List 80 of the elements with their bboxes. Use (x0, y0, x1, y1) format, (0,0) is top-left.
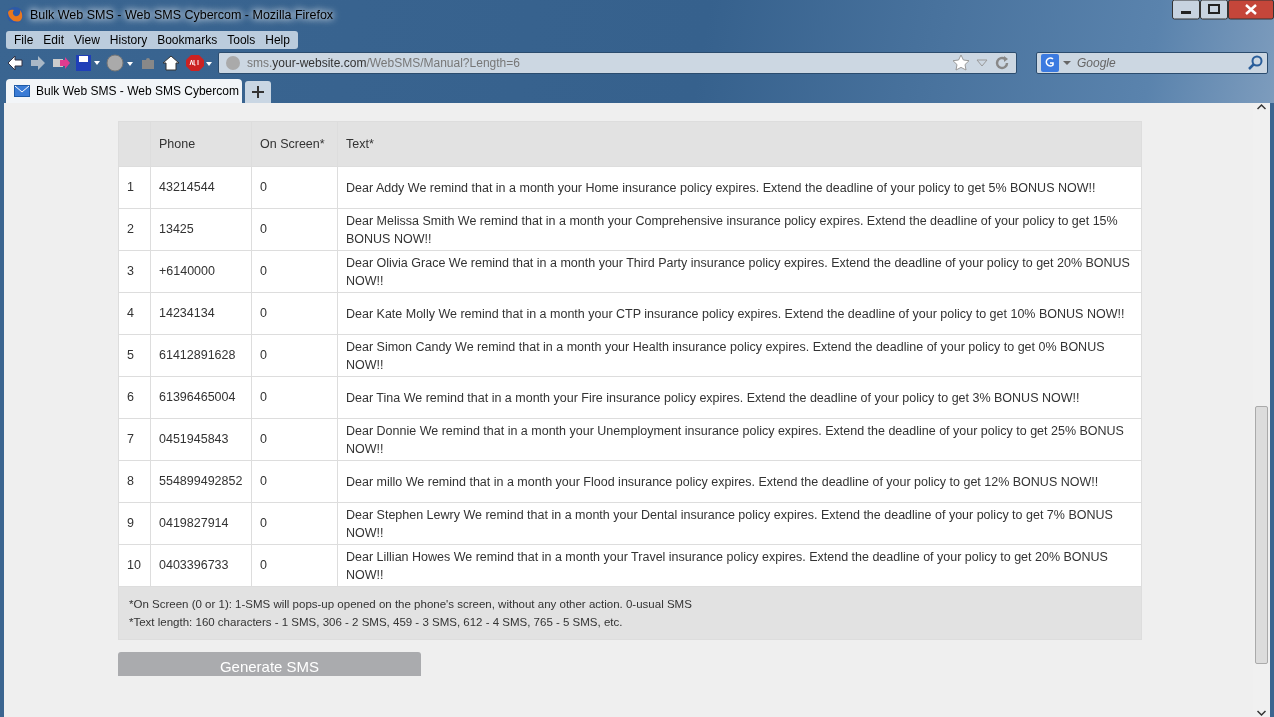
window-title: Bulk Web SMS - Web SMS Cybercom - Mozilla Firefox (30, 8, 334, 22)
row-number: 5 (118, 334, 151, 377)
row-number: 10 (118, 544, 151, 587)
message-text-cell: Dear Simon Candy We remind that in a month your Health insurance policy expires. Extend the deadline of your policy to get 0% BONUS NOW!! (337, 334, 1142, 377)
browser-tab[interactable]: Bulk Web SMS - Web SMS Cybercom (6, 79, 242, 103)
message-text-cell: Dear Melissa Smith We remind that in a month your Comprehensive insurance policy expires. Extend the deadline of your policy to get 15% BONUS NOW!! (337, 208, 1142, 251)
envelope-icon (14, 85, 30, 97)
on-screen-cell: 0 (251, 502, 338, 545)
row-number: 4 (118, 292, 151, 335)
address-bar[interactable]: sms.your-website.com/WebSMS/Manual?Length=6 (218, 52, 1017, 74)
menu-item[interactable]: View (70, 32, 104, 48)
on-screen-cell: 0 (251, 418, 338, 461)
search-icon[interactable] (1247, 55, 1263, 71)
on-screen-cell: 0 (251, 334, 338, 377)
menu-item[interactable]: Edit (39, 32, 69, 48)
phone-cell: 14234134 (150, 292, 252, 335)
phone-cell: 61396465004 (150, 376, 252, 419)
row-number: 2 (118, 208, 151, 251)
star-icon[interactable] (952, 54, 970, 72)
url-text: sms.your-website.com/WebSMS/Manual?Length=6 (247, 56, 520, 70)
message-text-cell: Dear Lillian Howes We remind that in a month your Travel insurance policy expires. Extend the deadline of your policy to get 20% BONUS NOW!! (337, 544, 1142, 587)
message-text-cell: Dear Tina We remind that in a month your Fire insurance policy expires. Extend the deadline of your policy to get 3% BONUS NOW!! (337, 376, 1142, 419)
on-screen-cell: 0 (251, 460, 338, 503)
phone-cell: 0419827914 (150, 502, 252, 545)
on-screen-cell: 0 (251, 250, 338, 293)
on-screen-cell: 0 (251, 544, 338, 587)
phone-cell: 0403396733 (150, 544, 252, 587)
message-text-cell: Dear Donnie We remind that in a month your Unemployment insurance policy expires. Extend the deadline of your policy to get 25% BONUS NOW!! (337, 418, 1142, 461)
search-field[interactable]: Google (1036, 52, 1268, 74)
forward-arrow-icon[interactable] (29, 54, 47, 72)
maximize-icon[interactable] (1200, 0, 1228, 20)
menu-item[interactable]: History (105, 32, 152, 48)
row-number: 3 (118, 250, 151, 293)
menu-item[interactable]: Help (261, 32, 294, 48)
row-number: 7 (118, 418, 151, 461)
phone-cell: 554899492852 (150, 460, 252, 503)
column-header: Phone (150, 121, 252, 167)
save-disk-icon[interactable] (75, 54, 101, 72)
home-icon[interactable] (162, 54, 180, 72)
menu-item[interactable]: File (10, 32, 38, 48)
message-text-cell: Dear Kate Molly We remind that in a month your CTP insurance policy expires. Extend the deadline of your policy to get 10% BONUS NOW!! (337, 292, 1142, 335)
reload-icon[interactable] (994, 55, 1010, 71)
footnote-text: *On Screen (0 or 1): 1-SMS will pops-up opened on the phone's screen, without any other action. 0-usual SMS (129, 597, 693, 612)
search-input[interactable]: Google (1075, 55, 1243, 71)
on-screen-cell: 0 (251, 208, 338, 251)
footnote-text: *Text length: 160 characters - 1 SMS, 306 - 2 SMS, 459 - 3 SMS, 612 - 4 SMS, 765 - 5 SMS, etc. (129, 615, 624, 630)
firefox-logo-icon (6, 6, 24, 24)
new-tab-button[interactable] (245, 81, 271, 103)
menu-item[interactable]: Bookmarks (153, 32, 222, 48)
google-icon[interactable] (1041, 54, 1059, 72)
scroll-down-icon[interactable] (1257, 709, 1266, 717)
message-text-cell: Dear Olivia Grace We remind that in a month your Third Party insurance policy expires. Extend the deadline of your policy to get 20% BONUS NOW!! (337, 250, 1142, 293)
back-arrow-icon[interactable] (6, 54, 24, 72)
row-number: 6 (118, 376, 151, 419)
on-screen-cell: 0 (251, 166, 338, 209)
message-text-cell: Dear Stephen Lewry We remind that in a month your Dental insurance policy expires. Extend the deadline of your policy to get 7% BONUS NOW!! (337, 502, 1142, 545)
phone-cell: 43214544 (150, 166, 252, 209)
plus-icon (252, 86, 264, 98)
message-text-cell: Dear millo We remind that in a month your Flood insurance policy expires. Extend the deadline of your policy to get 12% BONUS NOW!! (337, 460, 1142, 503)
phone-cell: 0451945843 (150, 418, 252, 461)
globe-icon (225, 55, 241, 71)
phone-cell: +6140000 (150, 250, 252, 293)
minimize-icon[interactable] (1172, 0, 1200, 20)
phone-cell: 61412891628 (150, 334, 252, 377)
column-header: On Screen* (251, 121, 338, 167)
caret-icon[interactable] (1063, 59, 1071, 67)
close-icon[interactable] (1228, 0, 1274, 20)
globe-icon[interactable] (106, 54, 134, 72)
on-screen-cell: 0 (251, 376, 338, 419)
adblock-icon[interactable] (185, 54, 213, 72)
on-screen-cell: 0 (251, 292, 338, 335)
phone-cell: 13425 (150, 208, 252, 251)
scroll-up-icon[interactable] (1257, 103, 1266, 111)
row-number: 8 (118, 460, 151, 503)
row-number: 1 (118, 166, 151, 209)
message-text-cell: Dear Addy We remind that in a month your Home insurance policy expires. Extend the deadline of your policy to get 5% BONUS NOW!! (337, 166, 1142, 209)
row-number: 9 (118, 502, 151, 545)
column-header: Text* (337, 121, 1142, 167)
menu-item[interactable]: Tools (223, 32, 260, 48)
scrollbar-thumb[interactable] (1255, 406, 1268, 664)
